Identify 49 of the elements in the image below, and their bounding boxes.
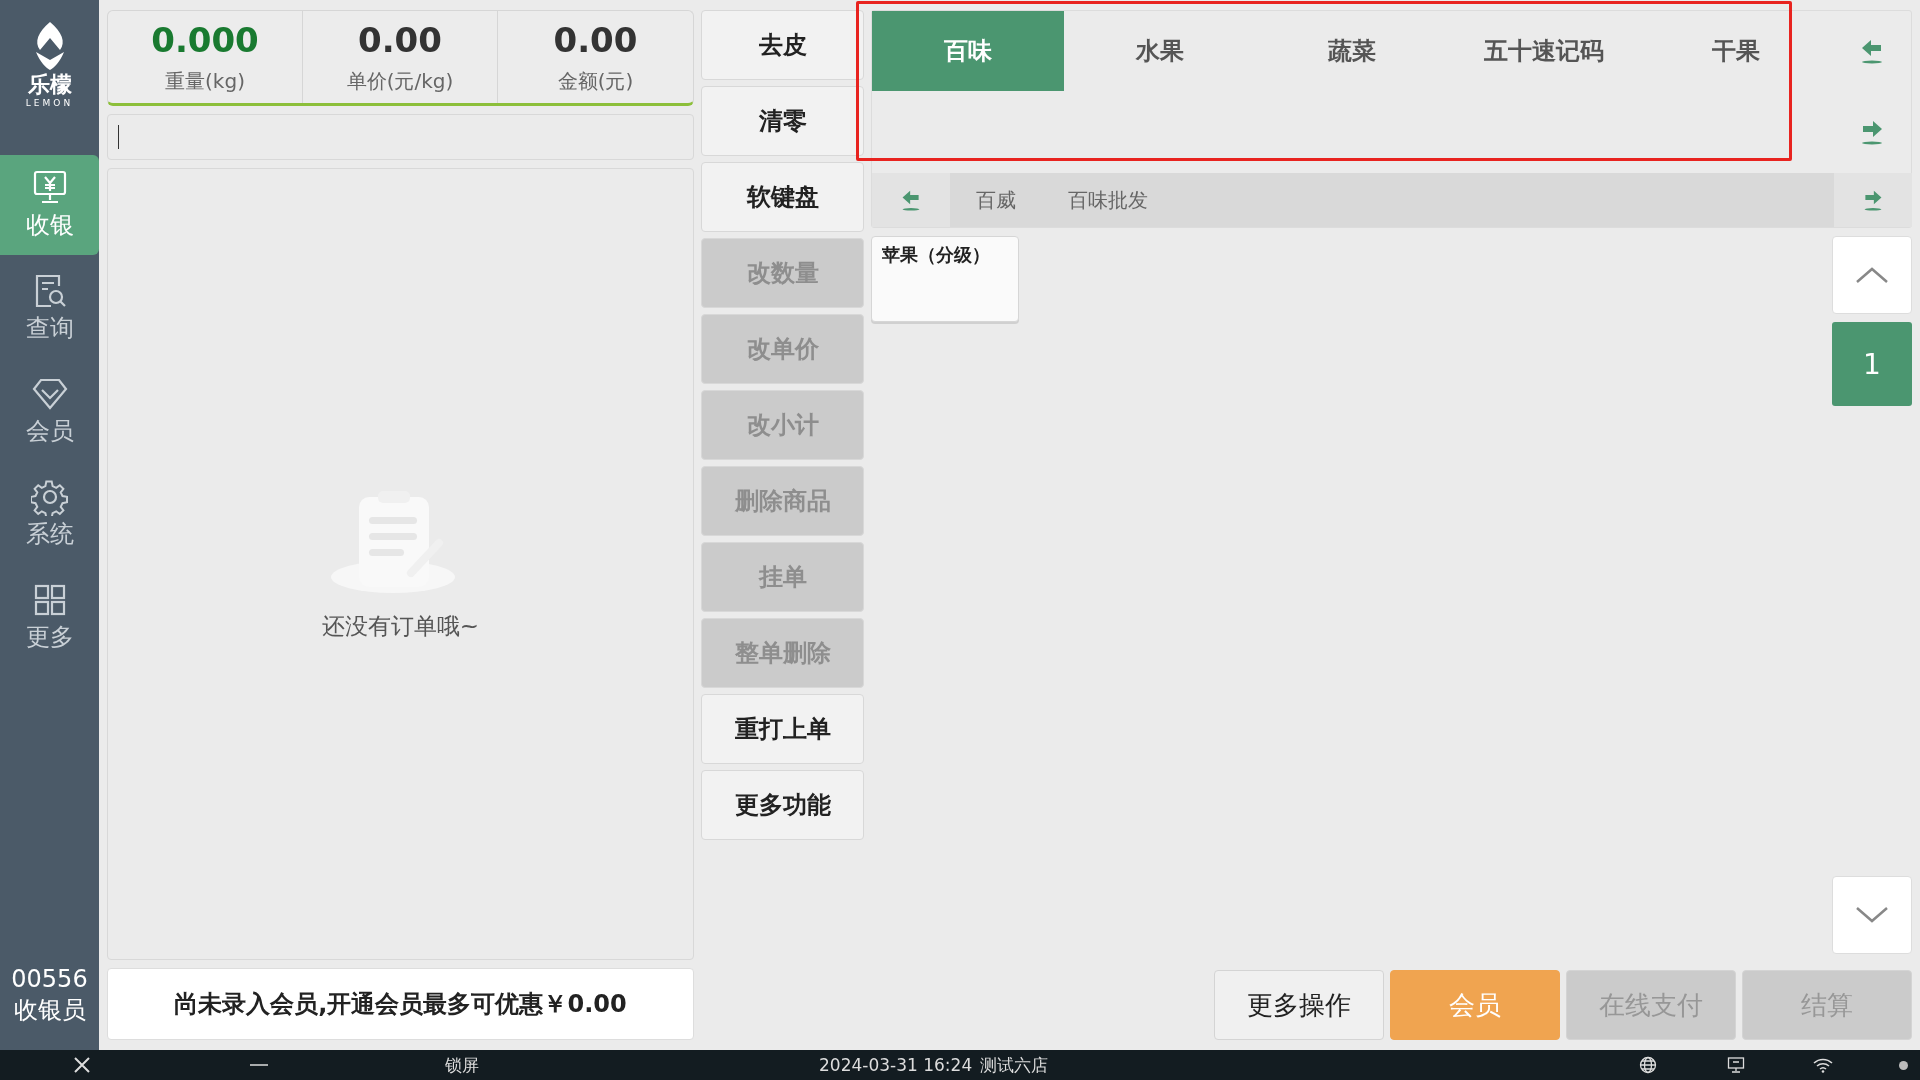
barcode-input-field[interactable] bbox=[107, 114, 694, 160]
scale-value: 0.00 bbox=[358, 19, 442, 60]
date-time: 2024-03-31 16:24 bbox=[819, 1055, 973, 1075]
scale-label: 金额(元) bbox=[557, 67, 634, 95]
operator-role: 收银员 bbox=[13, 994, 86, 1026]
chevron-down-icon bbox=[1855, 906, 1889, 924]
status-dot-icon bbox=[1899, 1060, 1908, 1070]
lock-screen-button[interactable]: 锁屏 bbox=[445, 1053, 479, 1077]
empty-order-message: 还没有订单哦~ bbox=[321, 611, 480, 641]
monitor-icon bbox=[1727, 1056, 1745, 1074]
left-arrow-icon bbox=[900, 189, 922, 211]
page-number: 1 bbox=[1832, 322, 1912, 406]
action-button[interactable]: 去皮 bbox=[701, 10, 864, 80]
operator-id: 00556 bbox=[11, 963, 88, 995]
previous-subcategories-button[interactable] bbox=[872, 173, 950, 227]
category-tab[interactable]: 百味 bbox=[872, 11, 1064, 91]
action-button[interactable]: 更多功能 bbox=[701, 770, 864, 840]
action-button[interactable]: 清零 bbox=[701, 86, 864, 156]
logo-name: 乐檬 bbox=[27, 74, 72, 96]
more-operations-button[interactable]: 更多操作 bbox=[1214, 970, 1384, 1040]
minimize-icon bbox=[250, 1063, 268, 1067]
scale-value: 0.00 bbox=[553, 19, 638, 60]
right-arrow-icon bbox=[1862, 189, 1884, 211]
category-tab[interactable]: 干果 bbox=[1640, 11, 1832, 91]
globe-icon bbox=[1639, 1056, 1657, 1074]
product-tile[interactable]: 苹果（分级） bbox=[871, 236, 1019, 322]
nav-item[interactable]: 更多 bbox=[0, 567, 99, 667]
scale-label: 重量(kg) bbox=[165, 67, 245, 95]
category-tab[interactable]: 水果 bbox=[1064, 11, 1256, 91]
nav-item[interactable]: 会员 bbox=[0, 361, 99, 461]
next-subcategories-button[interactable] bbox=[1834, 173, 1912, 227]
nav-item[interactable]: 收银 bbox=[0, 155, 99, 255]
close-icon bbox=[73, 1056, 91, 1074]
scale-value: 0.000 bbox=[151, 19, 259, 60]
chevron-up-icon bbox=[1855, 266, 1889, 284]
wifi-icon bbox=[1813, 1057, 1833, 1073]
logo-subtitle: LEMON bbox=[25, 98, 74, 108]
action-button[interactable]: 软键盘 bbox=[701, 162, 864, 232]
nav-item[interactable]: 系统 bbox=[0, 464, 99, 564]
category-tab[interactable]: 五十速记码 bbox=[1448, 11, 1640, 91]
settings-icon bbox=[30, 478, 69, 516]
member-promo-banner: 尚未录入会员,开通会员最多可优惠￥0.00 bbox=[107, 968, 694, 1040]
subcategory-tab[interactable]: 百威 bbox=[950, 186, 1042, 214]
store-name: 测试六店 bbox=[980, 1053, 1049, 1077]
action-button[interactable]: 重打上单 bbox=[701, 694, 864, 764]
nav-item[interactable]: 查询 bbox=[0, 258, 99, 358]
scale-label: 单价(元/kg) bbox=[346, 67, 454, 95]
subcategory-tab[interactable]: 百味批发 bbox=[1042, 186, 1174, 214]
category-tab[interactable]: 蔬菜 bbox=[1256, 11, 1448, 91]
